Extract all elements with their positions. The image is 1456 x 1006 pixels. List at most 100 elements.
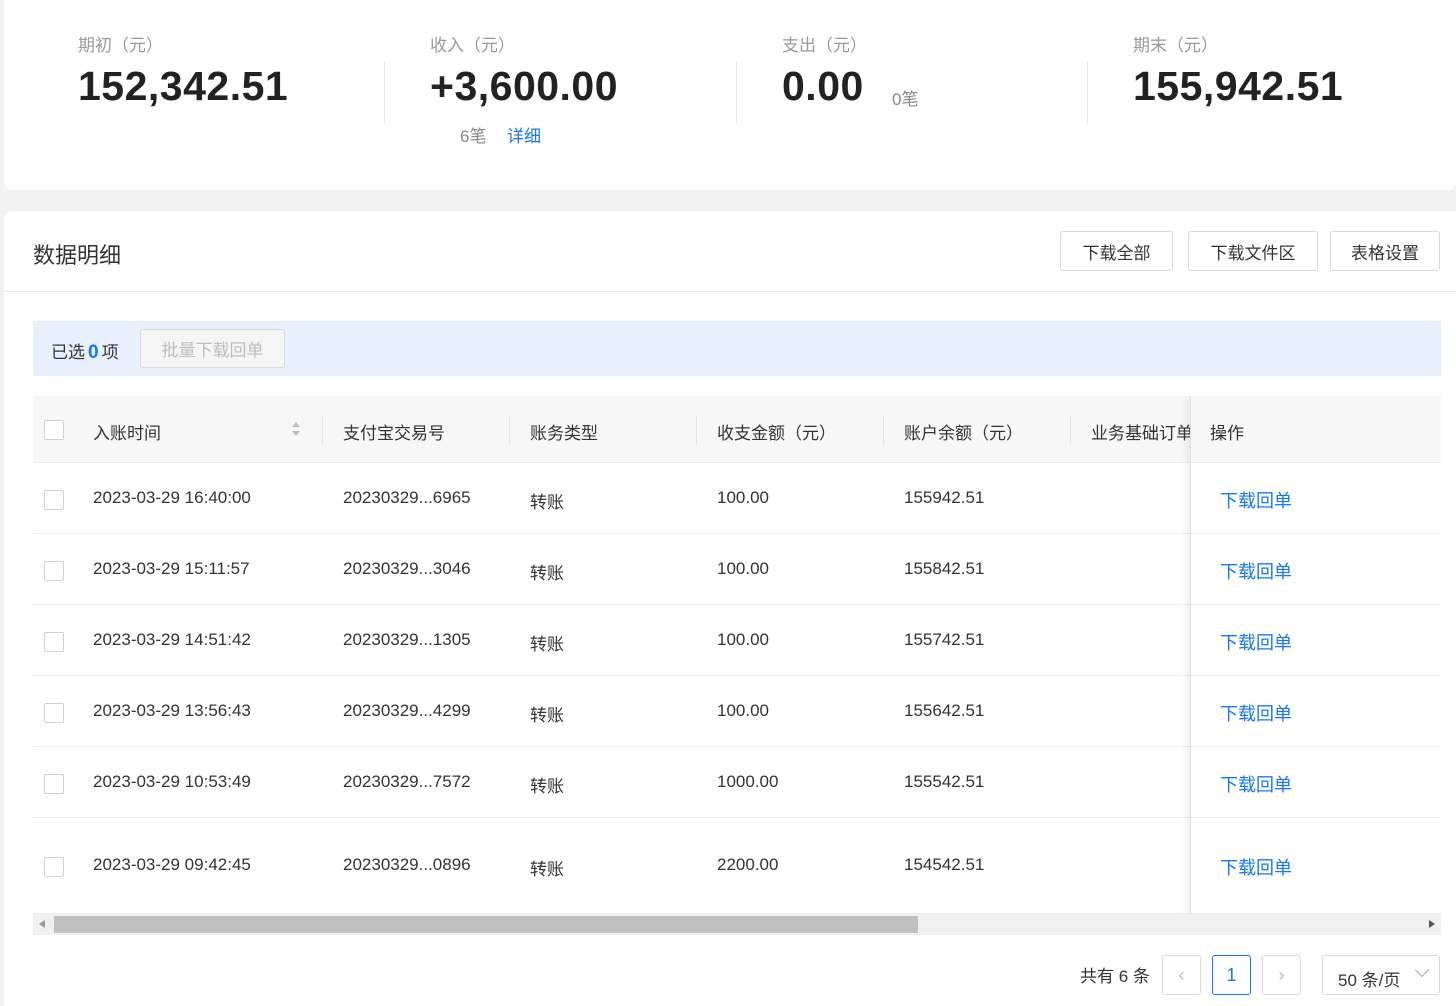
- income-detail-link[interactable]: 详细: [507, 122, 541, 147]
- stat-divider: [1087, 62, 1088, 124]
- stat-divider: [384, 62, 385, 124]
- cell-type: 转账: [530, 493, 564, 512]
- column-header-amount: 收支金额（元）: [717, 424, 836, 443]
- cell-type: 转账: [530, 635, 564, 654]
- scrollbar-thumb[interactable]: [54, 916, 918, 933]
- cell-time: 2023-03-29 16:40:00: [93, 488, 251, 507]
- column-header-type: 账务类型: [530, 424, 598, 443]
- table-row: 2023-03-29 14:51:42 20230329...1305 转账 100.…: [33, 605, 1441, 676]
- column-separator: [322, 416, 323, 444]
- select-all-checkbox[interactable]: [44, 420, 64, 440]
- page-size-select[interactable]: 50 条/页: [1322, 955, 1440, 995]
- cell-trade-no: 20230329...7572: [343, 772, 471, 791]
- cell-trade-no: 20230329...3046: [343, 559, 471, 578]
- batch-download-receipt-button[interactable]: 批量下载回单: [140, 329, 285, 368]
- download-all-button[interactable]: 下载全部: [1060, 231, 1173, 271]
- summary-card: 期初（元） 152,342.51 收入（元） +3,600.00 6笔 详细 支…: [4, 0, 1456, 190]
- closing-balance-label: 期末（元）: [1133, 36, 1218, 55]
- cell-trade-no: 20230329...1305: [343, 630, 471, 649]
- cell-balance: 155842.51: [904, 559, 985, 578]
- horizontal-scrollbar[interactable]: [33, 914, 1441, 935]
- selection-text: 已选 0 项: [51, 338, 119, 364]
- column-separator: [883, 416, 884, 444]
- page-1-button[interactable]: 1: [1212, 955, 1251, 995]
- download-file-area-button[interactable]: 下载文件区: [1188, 231, 1318, 271]
- stat-divider: [736, 62, 737, 124]
- download-receipt-link[interactable]: 下载回单: [1220, 558, 1292, 584]
- cell-type: 转账: [530, 706, 564, 725]
- selection-suffix: 项: [101, 343, 119, 362]
- column-separator: [509, 416, 510, 444]
- income-value: +3,600.00: [430, 63, 619, 109]
- cell-amount: 1000.00: [717, 772, 779, 791]
- transactions-table: 入账时间 支付宝交易号 账务类型 收支金额（元） 账户余额（元） 业务基础订单 …: [33, 396, 1441, 914]
- closing-balance-value: 155,942.51: [1133, 63, 1344, 109]
- income-count: 6笔: [460, 127, 487, 146]
- row-checkbox[interactable]: [44, 703, 64, 723]
- column-header-time[interactable]: 入账时间: [93, 419, 161, 444]
- cell-balance: 155742.51: [904, 630, 985, 649]
- section-title: 数据明细: [33, 243, 122, 268]
- page-size-value: 50 条/页: [1338, 971, 1401, 990]
- table-header: 入账时间 支付宝交易号 账务类型 收支金额（元） 账户余额（元） 业务基础订单 …: [33, 396, 1441, 463]
- cell-time: 2023-03-29 09:42:45: [93, 855, 251, 874]
- cell-time: 2023-03-29 13:56:43: [93, 701, 251, 720]
- cell-trade-no: 20230329...0896: [343, 855, 471, 874]
- cell-amount: 100.00: [717, 488, 769, 507]
- download-receipt-link[interactable]: 下载回单: [1220, 854, 1292, 880]
- download-receipt-link[interactable]: 下载回单: [1220, 487, 1292, 513]
- cell-balance: 155642.51: [904, 701, 985, 720]
- row-checkbox[interactable]: [44, 857, 64, 877]
- row-checkbox[interactable]: [44, 561, 64, 581]
- prev-page-button[interactable]: ‹: [1162, 955, 1201, 995]
- download-receipt-link[interactable]: 下载回单: [1220, 700, 1292, 726]
- download-receipt-link[interactable]: 下载回单: [1220, 629, 1292, 655]
- cell-type: 转账: [530, 564, 564, 583]
- chevron-down-icon: [1414, 962, 1430, 978]
- row-checkbox[interactable]: [44, 774, 64, 794]
- selection-count: 0: [88, 342, 99, 363]
- scroll-left-icon[interactable]: [39, 920, 45, 928]
- cell-amount: 100.00: [717, 701, 769, 720]
- table-settings-button[interactable]: 表格设置: [1330, 231, 1440, 271]
- cell-type: 转账: [530, 777, 564, 796]
- row-checkbox[interactable]: [44, 632, 64, 652]
- table-row: 2023-03-29 16:40:00 20230329...6965 转账 100.…: [33, 463, 1441, 534]
- cell-trade-no: 20230329...6965: [343, 488, 471, 507]
- cell-amount: 100.00: [717, 559, 769, 578]
- cell-amount: 100.00: [717, 630, 769, 649]
- scroll-right-icon[interactable]: [1429, 920, 1435, 928]
- opening-balance-value: 152,342.51: [78, 63, 289, 109]
- table-row: 2023-03-29 09:42:45 20230329...0896 转账 2200…: [33, 818, 1441, 914]
- pagination-total: 共有 6 条: [1080, 967, 1150, 986]
- selection-bar: 已选 0 项 批量下载回单: [33, 321, 1441, 376]
- detail-card: 数据明细 下载全部 下载文件区 表格设置 已选 0 项 批量下载回单 入账时间 支付…: [4, 211, 1456, 1006]
- table-row: 2023-03-29 13:56:43 20230329...4299 转账 100.…: [33, 676, 1441, 747]
- table-row: 2023-03-29 10:53:49 20230329...7572 转账 1000…: [33, 747, 1441, 818]
- next-page-button[interactable]: ›: [1262, 955, 1301, 995]
- row-checkbox[interactable]: [44, 490, 64, 510]
- table-row: 2023-03-29 15:11:57 20230329...3046 转账 100.…: [33, 534, 1441, 605]
- expense-label: 支出（元）: [782, 36, 867, 55]
- column-header-order: 业务基础订单: [1091, 424, 1190, 443]
- cell-time: 2023-03-29 15:11:57: [93, 559, 250, 578]
- cell-time: 2023-03-29 14:51:42: [93, 630, 251, 649]
- column-header-ops: 操作: [1210, 424, 1244, 443]
- cell-balance: 155942.51: [904, 488, 985, 507]
- cell-time: 2023-03-29 10:53:49: [93, 772, 251, 791]
- column-separator: [1070, 416, 1071, 444]
- cell-amount: 2200.00: [717, 855, 779, 874]
- header-divider: [4, 291, 1456, 292]
- sort-icon[interactable]: [290, 420, 302, 438]
- expense-count: 0笔: [892, 90, 919, 109]
- cell-balance: 154542.51: [904, 855, 985, 874]
- income-label: 收入（元）: [430, 36, 515, 55]
- column-separator: [696, 416, 697, 444]
- download-receipt-link[interactable]: 下载回单: [1220, 771, 1292, 797]
- column-header-balance: 账户余额（元）: [904, 424, 1023, 443]
- column-header-trade-no: 支付宝交易号: [343, 424, 445, 443]
- expense-value: 0.00: [782, 63, 864, 109]
- selection-prefix: 已选: [51, 343, 85, 362]
- cell-balance: 155542.51: [904, 772, 985, 791]
- cell-type: 转账: [530, 860, 564, 879]
